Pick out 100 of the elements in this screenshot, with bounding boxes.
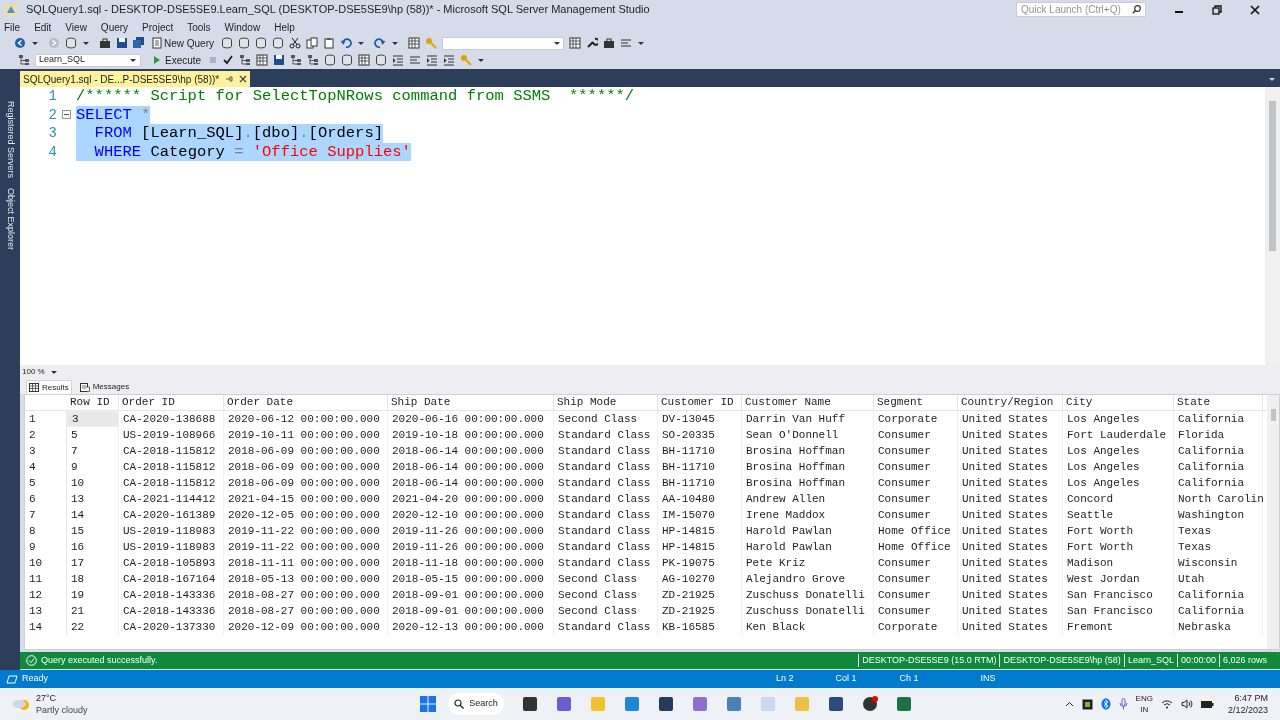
language-indicator[interactable]: ENG <box>1135 693 1153 704</box>
save-icon[interactable] <box>273 54 286 66</box>
menu-item[interactable]: View <box>65 19 87 35</box>
row-number[interactable]: 5 <box>25 475 67 491</box>
row-number[interactable]: 12 <box>25 587 67 603</box>
undo-icon[interactable] <box>340 37 352 49</box>
battery-icon[interactable] <box>1200 699 1214 709</box>
check-icon[interactable] <box>222 54 235 66</box>
row-number[interactable]: 3 <box>25 443 67 459</box>
grid-icon[interactable] <box>358 54 371 66</box>
row-number[interactable]: 11 <box>25 571 67 587</box>
row-number[interactable]: 6 <box>25 491 67 507</box>
grid-icon[interactable] <box>408 37 420 49</box>
zoom-dropdown[interactable]: 100 % <box>22 365 57 378</box>
column-header[interactable]: Customer ID <box>658 395 742 411</box>
table-cell: Second Class <box>554 587 658 603</box>
row-number[interactable]: 9 <box>25 539 67 555</box>
back-icon[interactable] <box>14 37 26 49</box>
scrollbar-thumb[interactable] <box>1270 409 1276 421</box>
quick-launch-field[interactable]: Quick Launch (Ctrl+Q) <box>1016 2 1146 17</box>
indent-icon[interactable] <box>426 54 439 66</box>
row-number[interactable]: 2 <box>25 427 67 443</box>
restore-icon[interactable] <box>1212 4 1222 15</box>
clock-date[interactable]: 2/12/2023 <box>1227 704 1268 716</box>
results-tab[interactable]: Messages <box>77 380 132 394</box>
menu-item[interactable]: Edit <box>34 19 52 35</box>
column-header[interactable]: State <box>1174 395 1263 411</box>
menu-item[interactable]: File <box>4 19 21 35</box>
results-tab[interactable]: Results <box>26 380 72 394</box>
indent-icon[interactable] <box>443 54 456 66</box>
grid-app-icon[interactable] <box>726 696 742 712</box>
clock-time[interactable]: 6:47 PM <box>1234 692 1268 704</box>
browser-icon[interactable] <box>624 696 640 712</box>
spreadsheet-icon[interactable] <box>896 696 912 712</box>
column-header[interactable]: Order ID <box>119 395 224 411</box>
menu-item[interactable]: Window <box>224 19 261 35</box>
row-number[interactable]: 13 <box>25 603 67 619</box>
table-cell: 21 <box>67 603 119 619</box>
row-number[interactable]: 8 <box>25 523 67 539</box>
grid-icon[interactable] <box>569 37 581 49</box>
collapse-icon[interactable] <box>62 110 71 120</box>
row-number[interactable]: 10 <box>25 555 67 571</box>
tree-icon[interactable] <box>290 54 303 66</box>
menu-item[interactable]: Tools <box>187 19 211 35</box>
comment-lines-icon[interactable] <box>409 54 422 66</box>
database-dropdown[interactable]: Learn_SQL <box>35 53 141 67</box>
tree-icon[interactable] <box>239 54 252 66</box>
column-header[interactable]: Order Date <box>224 395 388 411</box>
row-number[interactable]: 14 <box>25 619 67 635</box>
taskbar-search[interactable]: Search <box>448 693 504 715</box>
clipboard-icon[interactable] <box>323 37 335 49</box>
toolbox-icon[interactable] <box>99 37 111 49</box>
copy-icon[interactable] <box>306 37 318 49</box>
close-icon[interactable] <box>1250 4 1260 15</box>
table-cell: Consumer <box>874 587 958 603</box>
column-header[interactable]: Customer Name <box>742 395 874 411</box>
menu-item[interactable]: Query <box>100 19 129 35</box>
column-header[interactable]: Country/Region <box>958 395 1063 411</box>
column-header[interactable]: Segment <box>874 395 958 411</box>
column-header[interactable]: Row ID <box>67 395 119 411</box>
close-icon[interactable] <box>239 75 248 83</box>
microphone-icon[interactable] <box>1118 698 1128 710</box>
execute-button[interactable]: Execute <box>150 53 205 67</box>
dropdown-arrow-icon[interactable] <box>1268 75 1276 83</box>
chart-app-icon[interactable] <box>692 696 708 712</box>
tree-icon[interactable] <box>307 54 320 66</box>
document-tab[interactable]: SQLQuery1.sql - DE...P-DSE5SE9\hp (58))* <box>20 71 251 87</box>
grid-icon[interactable] <box>256 54 269 66</box>
search-combo-field[interactable] <box>442 36 564 50</box>
indent-icon[interactable] <box>392 54 405 66</box>
chat-icon[interactable] <box>556 696 572 712</box>
save-icon[interactable] <box>116 37 128 49</box>
save-all-icon[interactable] <box>133 37 145 49</box>
row-number[interactable]: 7 <box>25 507 67 523</box>
menu-item[interactable]: Help <box>274 19 295 35</box>
toolbox-icon[interactable] <box>603 37 615 49</box>
column-header[interactable]: Ship Date <box>388 395 554 411</box>
comment-lines-icon[interactable] <box>620 37 632 49</box>
database-app-icon[interactable] <box>828 696 844 712</box>
window-icon[interactable] <box>522 696 538 712</box>
circle-app-icon[interactable] <box>862 696 878 712</box>
tray-app-icon[interactable] <box>1081 698 1093 710</box>
speaker-icon[interactable] <box>1180 699 1193 709</box>
chevron-up-icon[interactable] <box>1064 699 1074 709</box>
wifi-icon[interactable] <box>1160 699 1173 709</box>
side-panel-tab[interactable]: Registered Servers <box>3 101 17 179</box>
region-indicator[interactable]: IN <box>1140 704 1149 715</box>
terminal-icon[interactable] <box>658 696 674 712</box>
tree-icon[interactable] <box>18 54 30 66</box>
menu-item[interactable]: Project <box>142 19 174 35</box>
column-header[interactable]: Ship Mode <box>554 395 658 411</box>
dots-app-icon[interactable] <box>760 696 776 712</box>
new-query-button[interactable]: New Query <box>150 36 216 50</box>
redo-icon[interactable] <box>374 37 386 49</box>
side-panel-tab[interactable]: Object Explorer <box>3 188 17 251</box>
scrollbar-thumb[interactable] <box>1269 101 1276 251</box>
row-number[interactable]: 4 <box>25 459 67 475</box>
column-header[interactable]: City <box>1063 395 1174 411</box>
bluetooth-icon[interactable] <box>1100 698 1111 710</box>
cut-icon[interactable] <box>289 37 301 49</box>
